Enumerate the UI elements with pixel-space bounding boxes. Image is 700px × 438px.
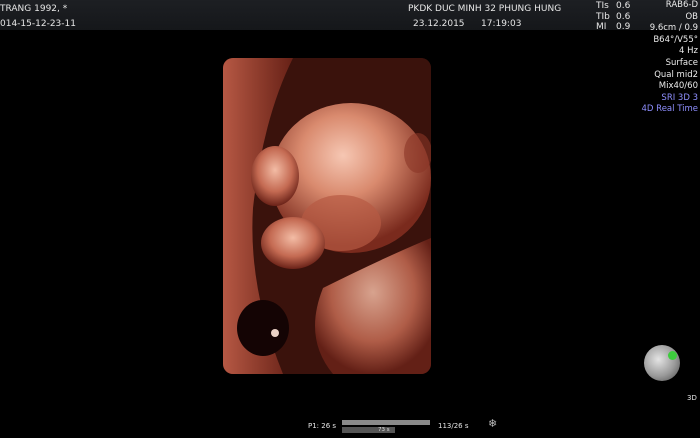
orientation-globe-icon[interactable] bbox=[644, 345, 680, 381]
fetus-render bbox=[223, 58, 431, 374]
thermal-indices: TIs 0.6 TIb 0.6 MI 0.9 bbox=[596, 1, 631, 33]
header-bar bbox=[0, 0, 700, 30]
param-mix: Mix40/60 bbox=[658, 81, 698, 92]
view-3d-label: 3D bbox=[687, 394, 697, 402]
exam-id: 014-15-12-23-11 bbox=[0, 19, 76, 29]
cine-frames: 113/26 s bbox=[438, 422, 469, 430]
cine-p1-label: P1: 26 s bbox=[308, 422, 337, 430]
cine-controls: P1: 26 s 73 s 113/26 s ❄ bbox=[0, 412, 700, 438]
cine-frame-label: 73 s bbox=[378, 427, 390, 433]
param-sri: SRI 3D 3 bbox=[661, 92, 698, 103]
param-mode: 4D Real Time bbox=[641, 104, 698, 115]
param-render: Surface bbox=[665, 57, 698, 68]
index-tib: TIb 0.6 bbox=[596, 11, 631, 22]
settings-gear-icon[interactable]: ❄ bbox=[488, 418, 497, 429]
param-probe: RAB6-D bbox=[665, 0, 698, 10]
param-preset: OB bbox=[685, 11, 698, 22]
param-quality: Qual mid2 bbox=[654, 69, 698, 80]
clinic-name: PKDK DUC MINH 32 PHUNG HUNG bbox=[408, 4, 562, 14]
param-angle: B64°/V55° bbox=[653, 34, 698, 45]
index-mi: MI 0.9 bbox=[596, 22, 631, 32]
exam-date: 23.12.2015 bbox=[413, 19, 465, 29]
ultrasound-3d-view[interactable] bbox=[223, 58, 431, 374]
orientation-marker bbox=[668, 351, 677, 360]
patient-name: TRANG 1992, * bbox=[0, 4, 68, 14]
scan-parameters: RAB6-D OB 9.6cm / 0.9 B64°/V55° 4 Hz Sur… bbox=[642, 0, 698, 116]
index-tis: TIs 0.6 bbox=[596, 1, 631, 11]
param-rate: 4 Hz bbox=[679, 46, 698, 57]
param-depth: 9.6cm / 0.9 bbox=[649, 23, 698, 34]
exam-time: 17:19:03 bbox=[481, 19, 522, 29]
